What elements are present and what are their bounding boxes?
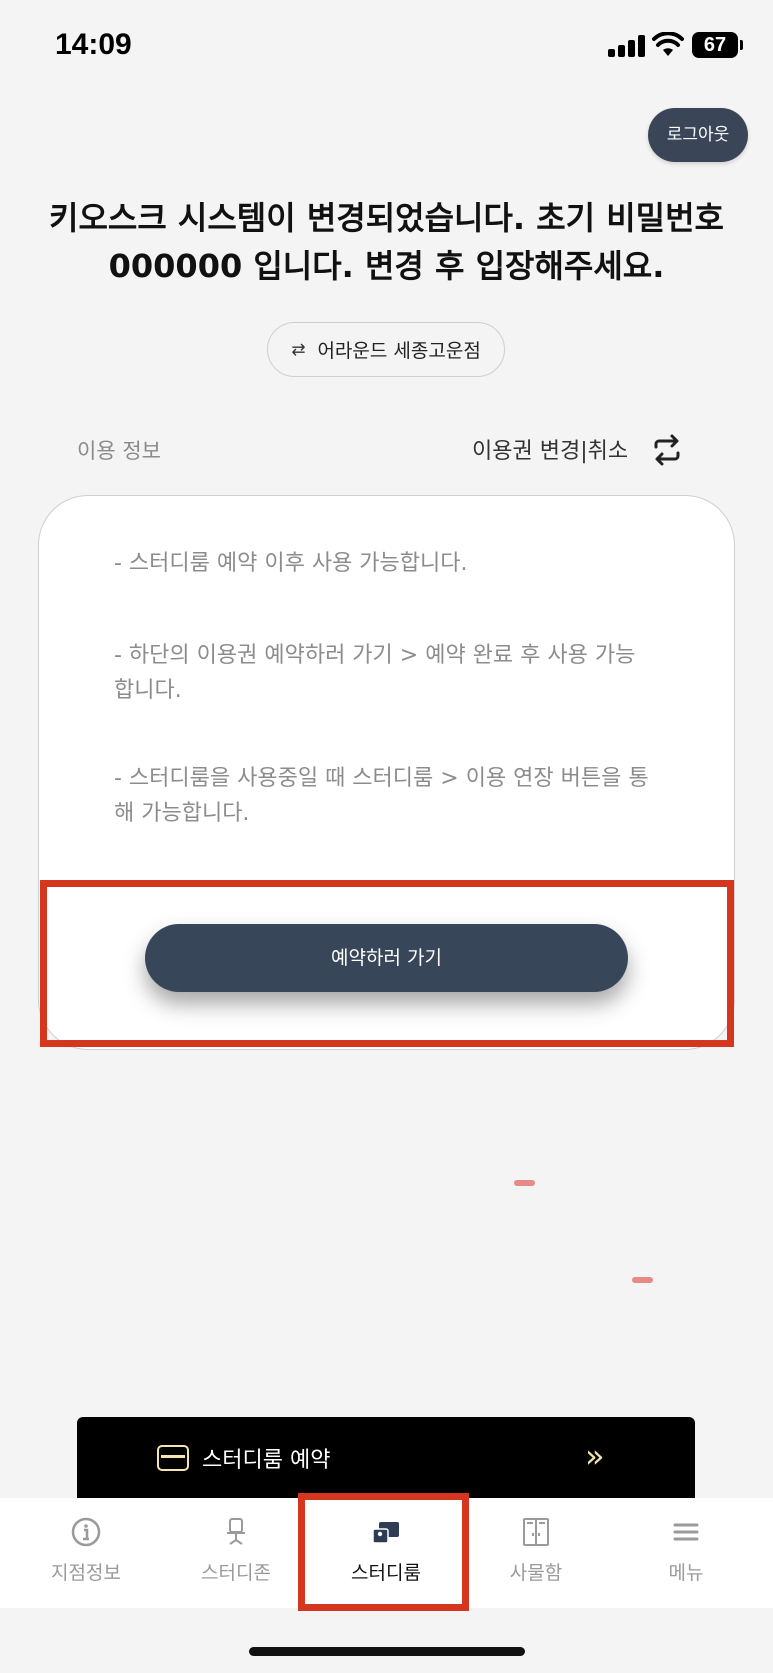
double-chevron-icon: » <box>585 1437 604 1475</box>
tab-branch-info[interactable]: 지점정보 <box>9 1498 163 1608</box>
home-indicator <box>249 1647 525 1656</box>
reserve-button[interactable]: 예약하러 가기 <box>145 924 628 992</box>
studyroom-reserve-bar[interactable]: 스터디룸 예약 » <box>77 1417 695 1500</box>
highlight-annotation <box>298 1493 469 1611</box>
usage-section-label: 이용 정보 <box>77 439 161 463</box>
tab-menu[interactable]: 메뉴 <box>609 1498 763 1608</box>
change-cancel-link[interactable]: 이용권 변경|취소 <box>472 433 628 465</box>
status-time: 14:09 <box>55 28 132 61</box>
tab-locker[interactable]: 사물함 <box>459 1498 613 1608</box>
menu-icon <box>673 1523 699 1541</box>
tab-label: 메뉴 <box>668 1562 704 1584</box>
card-icon <box>157 1445 189 1471</box>
info-line: - 하단의 이용권 예약하러 가기 > 예약 완료 후 사용 가능합니다. <box>114 643 636 703</box>
signal-icon <box>608 35 646 57</box>
notice-message: 키오스크 시스템이 변경되었습니다. 초기 비밀번호 000000 입니다. 변… <box>49 199 724 285</box>
info-line: - 스터디룸 예약 이후 사용 가능합니다. <box>114 551 468 576</box>
tab-label: 사물함 <box>509 1562 563 1584</box>
branch-selector-button[interactable]: ⇄ 어라운드 세종고운점 <box>267 322 505 377</box>
refresh-icon[interactable] <box>650 433 684 467</box>
branch-name: 어라운드 세종고운점 <box>317 340 481 362</box>
tab-study-zone[interactable]: 스터디존 <box>159 1498 313 1608</box>
wifi-icon <box>652 32 684 56</box>
swap-icon: ⇄ <box>291 339 306 360</box>
logout-button[interactable]: 로그아웃 <box>648 108 748 162</box>
status-bar: 14:09 67 <box>0 0 773 95</box>
tab-label: 스터디존 <box>201 1562 271 1584</box>
tab-label: 지점정보 <box>51 1562 121 1584</box>
seat-icon <box>227 1518 245 1545</box>
annotation-mark <box>632 1277 653 1283</box>
annotation-mark <box>514 1180 535 1186</box>
battery-icon: 67 <box>692 32 743 58</box>
promo-label: 스터디룸 예약 <box>202 1448 331 1473</box>
info-line: - 스터디룸을 사용중일 때 스터디룸 > 이용 연장 버튼을 통해 가능합니다… <box>114 766 649 826</box>
locker-icon <box>523 1518 549 1546</box>
info-icon <box>71 1517 101 1547</box>
